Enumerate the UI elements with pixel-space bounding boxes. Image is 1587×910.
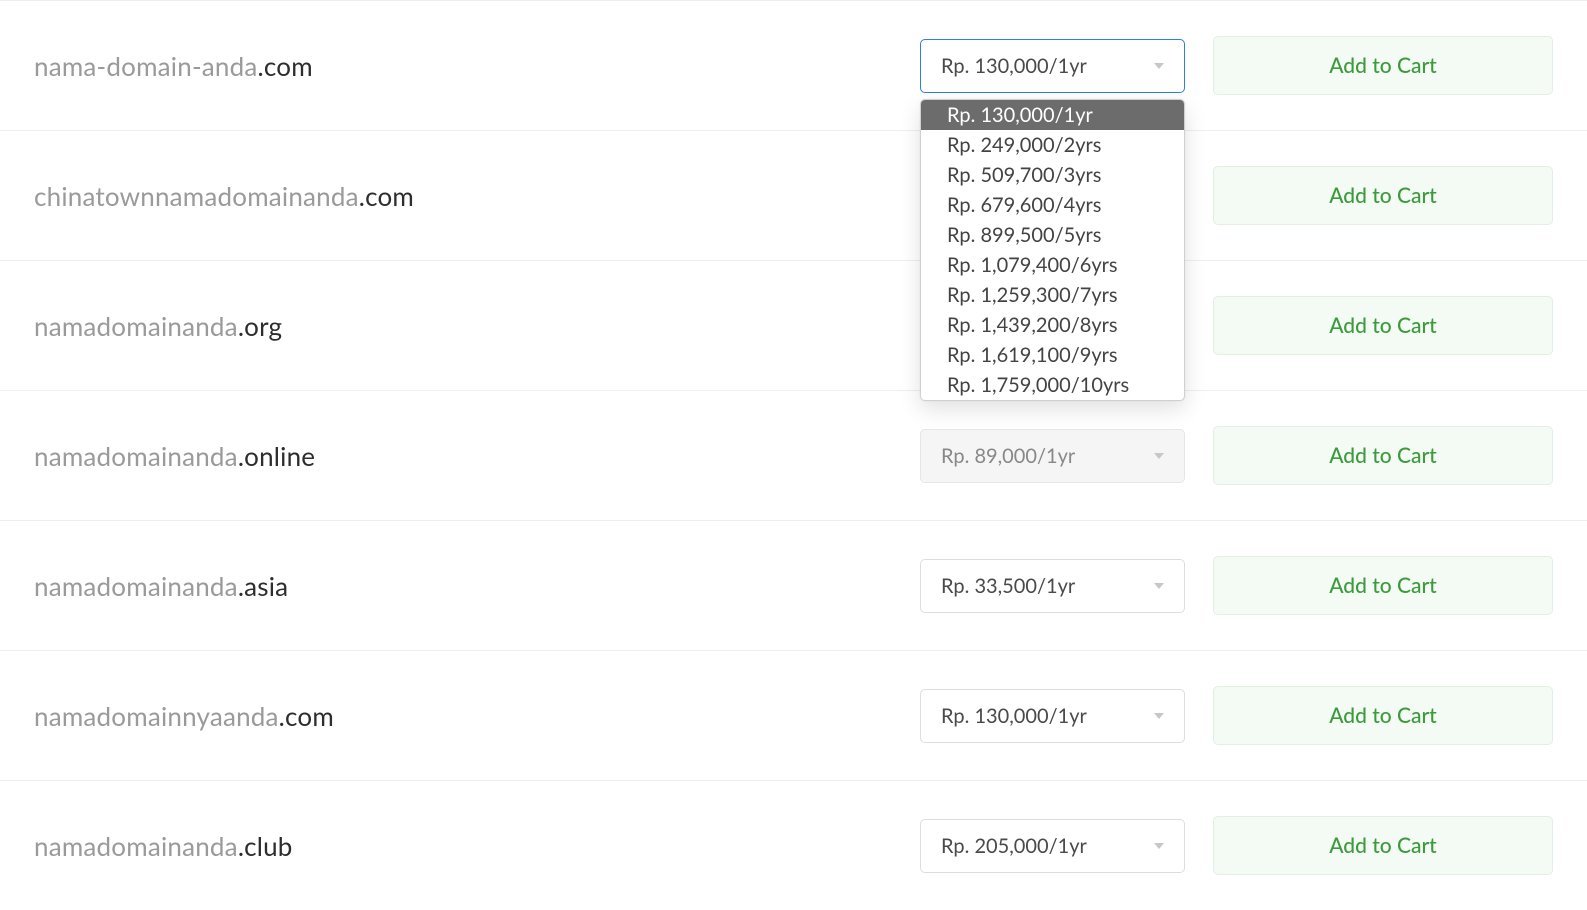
price-select-cell: Rp. 33,500/1yr xyxy=(920,559,1185,613)
price-select-cell: Rp. 205,000/1yr xyxy=(920,819,1185,873)
domain-tld-part: .org xyxy=(238,310,282,342)
add-to-cart-button[interactable]: Add to Cart xyxy=(1213,166,1553,225)
price-dropdown-option[interactable]: Rp. 1,079,400/6yrs xyxy=(921,250,1184,280)
domain-row: chinatownnamadomainanda.com Add to Cart xyxy=(0,130,1587,260)
domain-name: nama-domain-anda.com xyxy=(34,50,920,82)
cart-cell: Add to Cart xyxy=(1213,556,1553,615)
domain-tld-part: .com xyxy=(279,700,334,732)
add-to-cart-button[interactable]: Add to Cart xyxy=(1213,686,1553,745)
price-dropdown-option[interactable]: Rp. 509,700/3yrs xyxy=(921,160,1184,190)
add-to-cart-button[interactable]: Add to Cart xyxy=(1213,556,1553,615)
domain-name-part: namadomainanda xyxy=(34,440,238,472)
cart-cell: Add to Cart xyxy=(1213,816,1553,875)
add-to-cart-button[interactable]: Add to Cart xyxy=(1213,36,1553,95)
price-dropdown: Rp. 130,000/1yrRp. 249,000/2yrsRp. 509,7… xyxy=(920,99,1185,401)
price-dropdown-option[interactable]: Rp. 899,500/5yrs xyxy=(921,220,1184,250)
price-select-cell: Rp. 89,000/1yr xyxy=(920,429,1185,483)
price-select[interactable]: Rp. 130,000/1yr xyxy=(920,689,1185,743)
price-select-value: Rp. 89,000/1yr xyxy=(941,444,1075,468)
cart-cell: Add to Cart xyxy=(1213,166,1553,225)
add-to-cart-button[interactable]: Add to Cart xyxy=(1213,426,1553,485)
domain-name-part: nama-domain-anda xyxy=(34,50,258,82)
domain-name-part: namadomainanda xyxy=(34,310,238,342)
price-dropdown-option[interactable]: Rp. 1,439,200/8yrs xyxy=(921,310,1184,340)
domain-tld-part: .com xyxy=(258,50,313,82)
domain-name: namadomainnyaanda.com xyxy=(34,700,920,732)
domain-name-part: namadomainnyaanda xyxy=(34,700,279,732)
domain-row: namadomainanda.club Rp. 205,000/1yr Add to… xyxy=(0,780,1587,910)
domain-name: namadomainanda.club xyxy=(34,830,920,862)
price-select[interactable]: Rp. 33,500/1yr xyxy=(920,559,1185,613)
cart-cell: Add to Cart xyxy=(1213,296,1553,355)
domain-row: namadomainnyaanda.com Rp. 130,000/1yr Add … xyxy=(0,650,1587,780)
add-to-cart-button[interactable]: Add to Cart xyxy=(1213,296,1553,355)
price-dropdown-option[interactable]: Rp. 1,759,000/10yrs xyxy=(921,370,1184,400)
cart-cell: Add to Cart xyxy=(1213,36,1553,95)
domain-row: namadomainanda.asia Rp. 33,500/1yr Add to … xyxy=(0,520,1587,650)
domain-results-list: nama-domain-anda.comRp. 130,000/1yrRp. 1… xyxy=(0,0,1587,910)
price-select-value: Rp. 205,000/1yr xyxy=(941,834,1087,858)
price-select[interactable]: Rp. 205,000/1yr xyxy=(920,819,1185,873)
chevron-down-icon xyxy=(1154,843,1164,849)
price-select-cell: Rp. 130,000/1yr xyxy=(920,689,1185,743)
domain-name-part: namadomainanda xyxy=(34,570,238,602)
cart-cell: Add to Cart xyxy=(1213,686,1553,745)
price-dropdown-option[interactable]: Rp. 679,600/4yrs xyxy=(921,190,1184,220)
chevron-down-icon xyxy=(1154,453,1164,459)
domain-name-part: namadomainanda xyxy=(34,830,238,862)
domain-row: namadomainanda.online Rp. 89,000/1yr Add t… xyxy=(0,390,1587,520)
domain-name: chinatownnamadomainanda.com xyxy=(34,180,920,212)
price-dropdown-option[interactable]: Rp. 249,000/2yrs xyxy=(921,130,1184,160)
domain-name: namadomainanda.online xyxy=(34,440,920,472)
price-select-cell: Rp. 130,000/1yrRp. 130,000/1yrRp. 249,00… xyxy=(920,39,1185,93)
domain-name: namadomainanda.asia xyxy=(34,570,920,602)
price-select[interactable]: Rp. 130,000/1yr xyxy=(920,39,1185,93)
domain-tld-part: .online xyxy=(238,440,315,472)
price-dropdown-option[interactable]: Rp. 1,619,100/9yrs xyxy=(921,340,1184,370)
price-select-value: Rp. 130,000/1yr xyxy=(941,704,1087,728)
price-select-value: Rp. 33,500/1yr xyxy=(941,574,1075,598)
domain-tld-part: .com xyxy=(359,180,414,212)
cart-cell: Add to Cart xyxy=(1213,426,1553,485)
domain-name: namadomainanda.org xyxy=(34,310,920,342)
domain-tld-part: .club xyxy=(238,830,293,862)
price-dropdown-option[interactable]: Rp. 1,259,300/7yrs xyxy=(921,280,1184,310)
domain-row: nama-domain-anda.comRp. 130,000/1yrRp. 1… xyxy=(0,0,1587,130)
chevron-down-icon xyxy=(1154,583,1164,589)
add-to-cart-button[interactable]: Add to Cart xyxy=(1213,816,1553,875)
price-dropdown-option[interactable]: Rp. 130,000/1yr xyxy=(921,100,1184,130)
domain-tld-part: .asia xyxy=(238,570,288,602)
price-select[interactable]: Rp. 89,000/1yr xyxy=(920,429,1185,483)
domain-name-part: chinatownnamadomainanda xyxy=(34,180,359,212)
chevron-down-icon xyxy=(1154,63,1164,69)
price-select-value: Rp. 130,000/1yr xyxy=(941,54,1087,78)
chevron-down-icon xyxy=(1154,713,1164,719)
domain-row: namadomainanda.org Add to Cart xyxy=(0,260,1587,390)
